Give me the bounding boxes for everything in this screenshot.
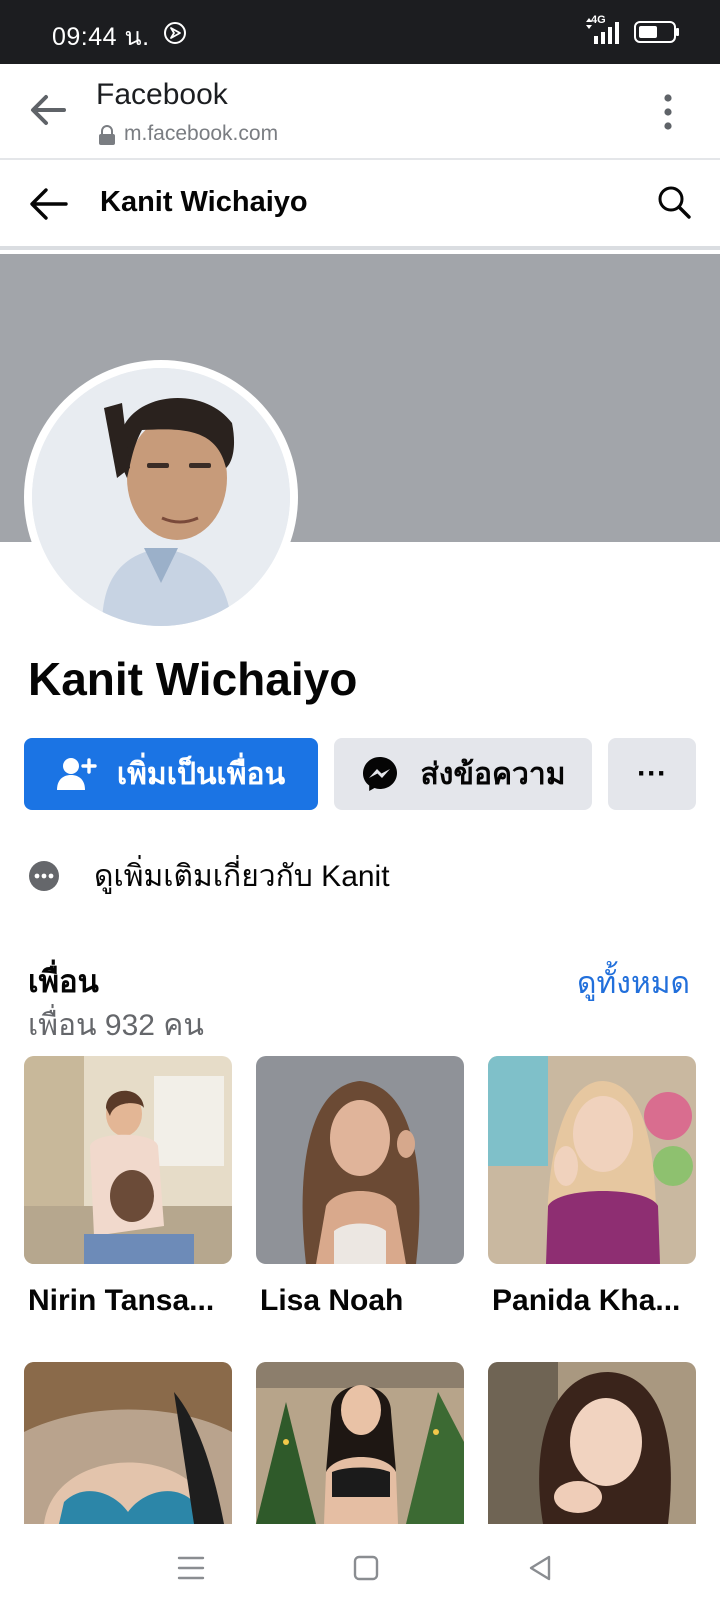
friend-photo[interactable]	[24, 1056, 232, 1264]
status-time: 09:44 น.	[52, 23, 150, 51]
friend-card[interactable]: Nirin Tansa...	[24, 1056, 232, 1318]
friend-photo[interactable]	[256, 1362, 464, 1524]
status-bar: 09:44 น. 4G	[0, 0, 720, 64]
friend-card[interactable]	[488, 1362, 696, 1544]
profile-header: Kanit Wichaiyo	[0, 162, 720, 250]
back-arrow-icon[interactable]	[28, 186, 70, 222]
back-triangle-icon[interactable]	[526, 1554, 554, 1582]
browser-bar: Facebook m.facebook.com	[0, 64, 720, 160]
see-more-about-row[interactable]: ดูเพิ่มเติมเกี่ยวกับ Kanit	[28, 856, 390, 896]
friends-count: เพื่อน 932 คน	[28, 1009, 204, 1042]
friend-card[interactable]	[256, 1362, 464, 1544]
profile-photo	[32, 368, 290, 626]
lock-icon[interactable]	[98, 125, 116, 145]
avatar[interactable]	[24, 360, 298, 634]
signal-icon	[586, 18, 619, 44]
friend-name[interactable]: Nirin Tansa...	[24, 1284, 224, 1318]
header-title: Kanit Wichaiyo	[100, 186, 308, 218]
menu-icon[interactable]	[176, 1554, 206, 1582]
friend-photo[interactable]	[488, 1362, 696, 1524]
friend-photo[interactable]	[256, 1056, 464, 1264]
kebab-menu-icon[interactable]	[654, 92, 682, 132]
friends-section-title: เพื่อน	[28, 964, 99, 999]
more-options-button[interactable]: ···	[608, 738, 696, 810]
more-options-label: ···	[637, 757, 667, 790]
battery-icon	[634, 21, 679, 43]
friend-photo[interactable]	[24, 1362, 232, 1524]
add-friend-label: เพิ่มเป็นเพื่อน	[116, 757, 286, 791]
add-friend-icon	[56, 758, 97, 790]
location-icon	[164, 22, 186, 44]
message-button[interactable]: ส่งข้อความ	[334, 738, 592, 810]
profile-name: Kanit Wichaiyo	[28, 653, 358, 705]
friend-card[interactable]: Lisa Noah	[256, 1056, 464, 1318]
friend-card[interactable]	[24, 1362, 232, 1544]
url-text[interactable]: m.facebook.com	[124, 122, 278, 146]
friend-name[interactable]: Panida Kha...	[488, 1284, 688, 1318]
home-square-icon[interactable]	[352, 1554, 380, 1582]
more-dots-circle-icon	[29, 861, 59, 891]
friend-card[interactable]: Panida Kha...	[488, 1056, 696, 1318]
back-icon[interactable]	[28, 92, 68, 128]
page-title: Facebook	[96, 78, 228, 111]
see-all-friends-link[interactable]: ดูทั้งหมด	[577, 960, 690, 1007]
messenger-icon	[363, 757, 398, 791]
add-friend-button[interactable]: เพิ่มเป็นเพื่อน	[24, 738, 318, 810]
message-label: ส่งข้อความ	[420, 757, 566, 791]
friend-photo[interactable]	[488, 1056, 696, 1264]
see-more-about-text: ดูเพิ่มเติมเกี่ยวกับ Kanit	[94, 859, 390, 893]
system-nav-bar	[0, 1524, 720, 1612]
friend-name[interactable]: Lisa Noah	[256, 1284, 456, 1318]
search-icon[interactable]	[656, 184, 692, 220]
